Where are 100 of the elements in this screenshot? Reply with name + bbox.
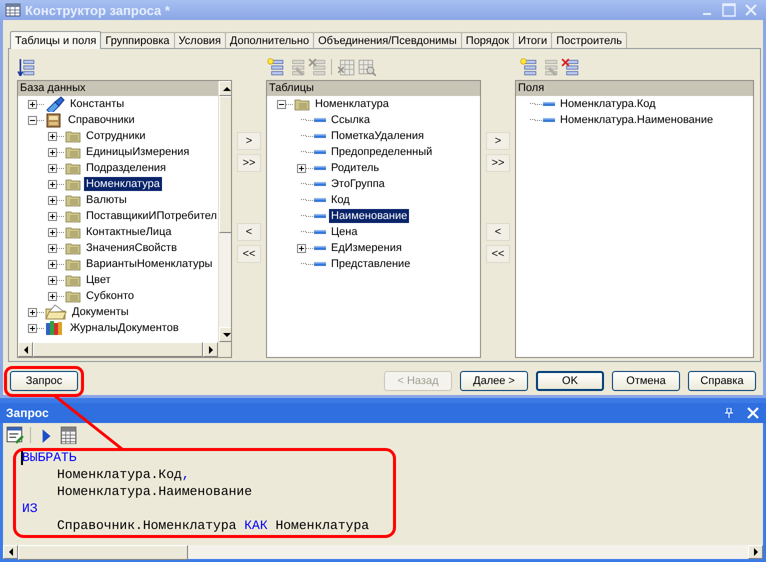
tree-item[interactable]: Подразделения [84, 161, 168, 175]
move-button[interactable]: > [237, 132, 261, 150]
code-editor[interactable]: ВЫБРАТЬ Номенклатура.Код, Номенклатура.Наименование ИЗ Справочник.Номенклатура КАК Номенклатура [3, 446, 763, 545]
expand-toggle[interactable] [48, 196, 57, 204]
tree-item[interactable]: Цвет [84, 273, 113, 287]
scroll-thumb[interactable] [219, 96, 231, 233]
field-icon [314, 181, 326, 187]
tree-item[interactable]: Номенклатура [84, 177, 162, 191]
scroll-down-button[interactable] [219, 327, 231, 342]
query-edit-icon[interactable] [6, 426, 24, 444]
list-sort-icon[interactable] [17, 58, 35, 76]
expand-toggle[interactable] [297, 164, 306, 172]
tab[interactable]: Объединения/Псевдонимы [313, 32, 462, 48]
scroll-thumb[interactable] [18, 545, 188, 560]
tab[interactable]: Итоги [513, 32, 552, 48]
expand-toggle[interactable] [48, 164, 57, 172]
expand-toggle[interactable] [28, 308, 37, 316]
add-row-icon[interactable] [519, 58, 537, 76]
tab[interactable]: Порядок [460, 32, 514, 48]
tab[interactable]: Дополнительно [224, 32, 314, 48]
tree-item[interactable]: Субконто [84, 289, 136, 303]
expand-toggle[interactable] [277, 100, 286, 108]
expand-toggle[interactable] [28, 100, 37, 108]
tree-item[interactable]: Представление [329, 257, 412, 271]
scroll-right-button[interactable] [748, 545, 763, 559]
scrollbar-corner [218, 342, 231, 357]
open-folder-icon [45, 304, 67, 320]
tree-item[interactable]: Наименование [329, 209, 410, 223]
close-icon [747, 407, 759, 419]
move-button[interactable]: >> [237, 154, 261, 172]
expand-toggle[interactable] [28, 116, 37, 124]
tree-item[interactable]: Номенклатура.Наименование [558, 113, 716, 127]
field-icon [314, 133, 326, 139]
tree-item[interactable]: Документы [70, 305, 131, 319]
folder-icon [65, 225, 81, 239]
move-button[interactable]: < [486, 223, 510, 241]
expand-toggle[interactable] [48, 292, 57, 300]
field-icon [314, 213, 326, 219]
dialog-button[interactable]: OK [536, 371, 604, 391]
field-icon [314, 229, 326, 235]
expand-toggle[interactable] [48, 148, 57, 156]
tab[interactable]: Условия [174, 32, 226, 48]
tab[interactable]: Группировка [100, 32, 175, 48]
dialog-button[interactable]: Отмена [612, 371, 680, 391]
expand-toggle[interactable] [28, 324, 37, 332]
expand-toggle[interactable] [297, 244, 306, 252]
tree-item[interactable]: Справочники [66, 113, 137, 127]
scroll-left-button[interactable] [3, 545, 18, 559]
expand-toggle[interactable] [48, 180, 57, 188]
tree-item[interactable]: Цена [329, 225, 360, 239]
expand-toggle[interactable] [48, 260, 57, 268]
tree-item[interactable]: Валюты [84, 193, 129, 207]
move-button[interactable]: >> [486, 154, 510, 172]
dialog-button[interactable]: Далее > [460, 371, 528, 391]
expand-toggle[interactable] [48, 276, 57, 284]
tree-item[interactable]: ЕдиницыИзмерения [84, 145, 192, 159]
tree-item[interactable]: Номенклатура.Код [558, 97, 658, 111]
panel-title: Запрос [6, 406, 50, 420]
tree-item[interactable]: Предопределенный [329, 145, 434, 159]
tree-item[interactable]: ВариантыНоменклатуры [84, 257, 214, 271]
tab[interactable]: Таблицы и поля [10, 31, 102, 49]
tab[interactable]: Построитель [551, 32, 627, 48]
expand-toggle[interactable] [48, 212, 57, 220]
close-button[interactable] [744, 405, 762, 421]
tree-item[interactable]: ЕдИзмерения [329, 241, 404, 255]
tree-item[interactable]: КонтактныеЛица [84, 225, 174, 239]
folder-icon [65, 129, 81, 143]
tree-item[interactable]: Номенклатура [313, 97, 391, 111]
move-button[interactable]: < [237, 223, 261, 241]
tree-item[interactable]: Константы [68, 97, 126, 111]
folder-icon [65, 241, 81, 255]
tree-item[interactable]: Ссылка [329, 113, 372, 127]
tree-item[interactable]: ПоставщикиИПотребител [84, 209, 218, 223]
move-button[interactable]: << [486, 245, 510, 263]
tree-item[interactable]: ЭтоГруппа [329, 177, 387, 191]
add-row-icon[interactable] [266, 58, 284, 76]
move-button[interactable]: > [486, 132, 510, 150]
move-button[interactable]: << [237, 245, 261, 263]
folder-icon [65, 193, 81, 207]
tree-item[interactable]: ЖурналыДокументов [68, 321, 181, 335]
scroll-right-button[interactable] [203, 342, 218, 357]
scroll-up-button[interactable] [219, 81, 231, 96]
tree-item[interactable]: Код [329, 193, 352, 207]
vertical-scrollbar[interactable] [218, 81, 231, 342]
tree-item[interactable]: Сотрудники [84, 129, 148, 143]
horizontal-scrollbar[interactable] [3, 545, 763, 559]
folder-icon [65, 257, 81, 271]
delete-row-icon[interactable] [561, 58, 579, 76]
spreadsheet-icon[interactable] [59, 426, 77, 444]
expand-toggle[interactable] [48, 132, 57, 140]
dialog-button[interactable]: Справка [688, 371, 756, 391]
expand-toggle[interactable] [48, 228, 57, 236]
dialog-button[interactable]: Запрос [10, 371, 78, 391]
tree-item[interactable]: ЗначенияСвойств [84, 241, 179, 255]
scroll-left-button[interactable] [18, 342, 33, 357]
tree-item[interactable]: ПометкаУдаления [329, 129, 426, 143]
folder-icon [65, 177, 81, 191]
tree-item[interactable]: Родитель [329, 161, 382, 175]
folder-icon [294, 97, 310, 111]
expand-toggle[interactable] [48, 244, 57, 252]
